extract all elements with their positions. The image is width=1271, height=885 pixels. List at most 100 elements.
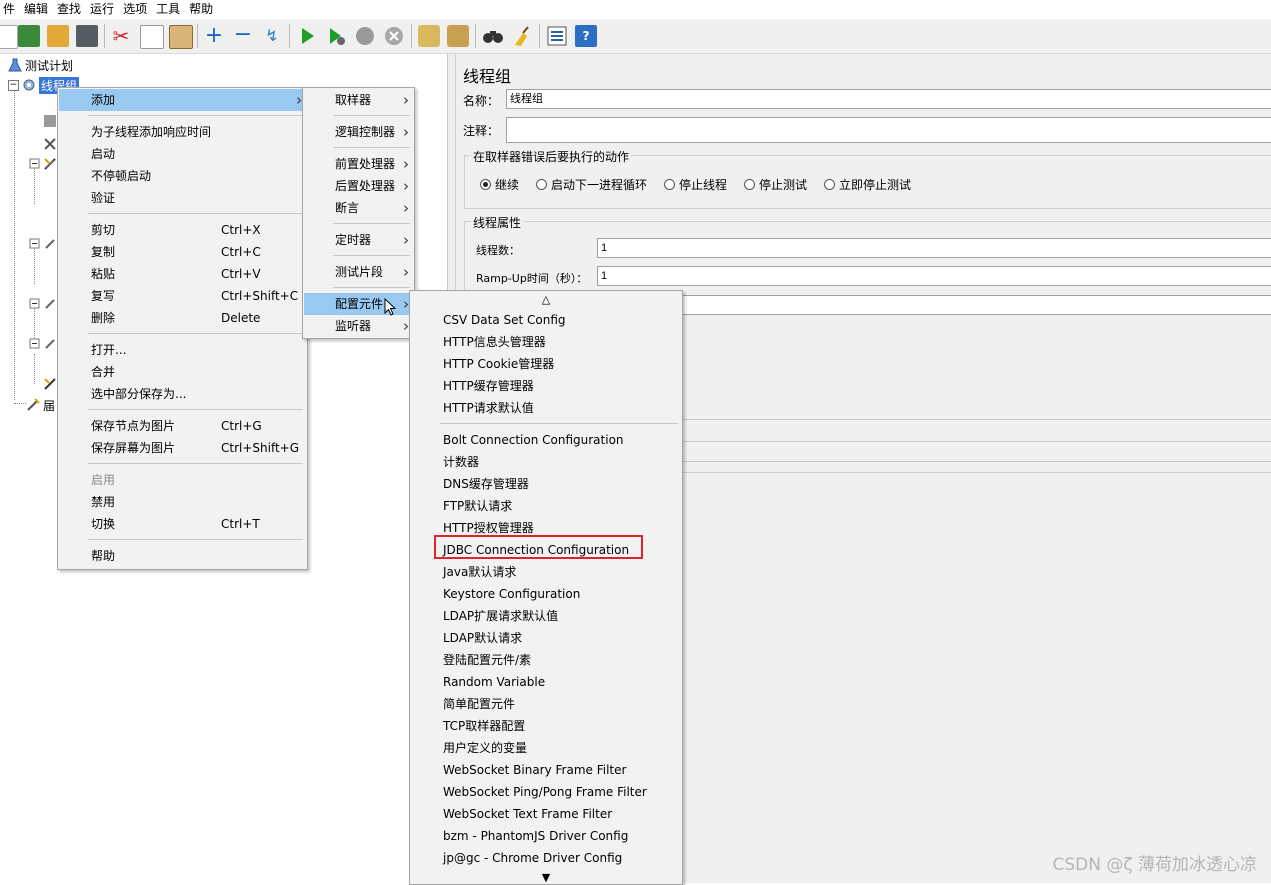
menu-4[interactable]: 选项 <box>120 0 150 19</box>
cut-icon[interactable]: ✂ <box>110 25 132 47</box>
add-submenu-item[interactable]: 前置处理器 › <box>304 153 413 175</box>
clear-all-icon[interactable] <box>447 25 469 47</box>
function-helper-icon[interactable] <box>546 25 568 47</box>
add-submenu-item[interactable]: 取样器 › <box>304 89 413 111</box>
collapse-icon[interactable]: − <box>232 24 254 47</box>
context-menu-item[interactable]: 复制 Ctrl+C <box>59 241 306 263</box>
collapse-toggle-icon[interactable] <box>29 298 41 310</box>
config-submenu-item[interactable]: HTTP请求默认值 <box>411 397 681 419</box>
scroll-down-arrow[interactable]: ▼ <box>410 871 682 884</box>
context-menu-item[interactable]: 选中部分保存为... <box>59 383 306 405</box>
context-menu-item[interactable]: 禁用 <box>59 491 306 513</box>
menu-5[interactable]: 工具 <box>153 0 183 19</box>
config-submenu-item[interactable]: FTP默认请求 <box>411 495 681 517</box>
config-submenu-item[interactable]: Random Variable <box>411 671 681 693</box>
config-submenu-item[interactable]: DNS缓存管理器 <box>411 473 681 495</box>
context-menu-item[interactable]: 合并 <box>59 361 306 383</box>
clear-icon[interactable] <box>418 25 440 47</box>
config-submenu-item[interactable]: 简单配置元件 <box>411 693 681 715</box>
config-submenu-item[interactable]: jp@gc - Chrome Driver Config <box>411 847 681 869</box>
templates-icon[interactable] <box>18 25 40 47</box>
context-menu-item[interactable]: 删除 Delete <box>59 307 306 329</box>
search-icon[interactable] <box>482 25 504 47</box>
stop-icon[interactable] <box>354 25 376 47</box>
start-no-pause-icon[interactable] <box>325 25 347 47</box>
chevron-right-icon: › <box>403 177 409 195</box>
add-submenu-item[interactable]: 断言 › <box>304 197 413 219</box>
context-menu-item[interactable]: 添加 › <box>59 89 306 111</box>
context-menu-item[interactable]: 剪切 Ctrl+X <box>59 219 306 241</box>
chevron-right-icon: › <box>403 123 409 141</box>
scroll-up-arrow[interactable]: △ <box>410 293 682 306</box>
config-submenu-item[interactable]: HTTP缓存管理器 <box>411 375 681 397</box>
collapse-toggle-icon[interactable]: − <box>8 79 19 91</box>
config-submenu-item[interactable]: 登陆配置元件/素 <box>411 649 681 671</box>
open-icon[interactable] <box>47 25 69 47</box>
config-submenu-item[interactable]: Bolt Connection Configuration <box>411 429 681 451</box>
expand-icon[interactable]: + <box>203 25 225 47</box>
shutdown-icon[interactable] <box>383 25 405 47</box>
tree-item-partial[interactable]: 届 <box>26 396 55 414</box>
menu-6[interactable]: 帮助 <box>186 0 216 19</box>
help-icon[interactable]: ? <box>575 25 597 47</box>
context-menu-item[interactable]: 为子线程添加响应时间 <box>59 121 306 143</box>
collapse-toggle-icon[interactable] <box>29 158 41 170</box>
config-submenu-item[interactable]: WebSocket Text Frame Filter <box>411 803 681 825</box>
add-submenu-item[interactable]: 测试片段 › <box>304 261 413 283</box>
config-submenu-item[interactable]: LDAP默认请求 <box>411 627 681 649</box>
toggle-icon[interactable]: ↯ <box>261 25 283 47</box>
collapse-toggle-icon[interactable] <box>29 238 41 250</box>
reset-search-icon[interactable] <box>511 25 533 47</box>
menu-3[interactable]: 运行 <box>87 0 117 19</box>
new-icon[interactable] <box>0 25 18 49</box>
save-icon[interactable] <box>76 25 98 47</box>
config-submenu-item[interactable]: TCP取样器配置 <box>411 715 681 737</box>
radio-continue[interactable]: 继续 <box>480 176 519 193</box>
add-submenu-item[interactable]: 监听器 › <box>304 315 413 337</box>
tree-item-test-plan[interactable]: 测试计划 <box>8 56 73 74</box>
config-submenu-item[interactable]: Java默认请求 <box>411 561 681 583</box>
config-submenu-item[interactable]: WebSocket Ping/Pong Frame Filter <box>411 781 681 803</box>
config-submenu-item[interactable]: 计数器 <box>411 451 681 473</box>
radio-stop-thread[interactable]: 停止线程 <box>664 176 727 193</box>
context-menu-item[interactable]: 打开... <box>59 339 306 361</box>
context-menu-item[interactable]: 保存屏幕为图片 Ctrl+Shift+G <box>59 437 306 459</box>
config-submenu-item[interactable]: WebSocket Binary Frame Filter <box>411 759 681 781</box>
context-menu-item[interactable]: 验证 <box>59 187 306 209</box>
context-menu-item[interactable]: 帮助 <box>59 545 306 567</box>
menu-1[interactable]: 编辑 <box>21 0 51 19</box>
menu-2[interactable]: 查找 <box>54 0 84 19</box>
add-submenu-item[interactable]: 逻辑控制器 › <box>304 121 413 143</box>
context-menu-item[interactable]: 启动 <box>59 143 306 165</box>
radio-stop-test-now[interactable]: 立即停止测试 <box>824 176 911 193</box>
menu-separator <box>88 333 303 334</box>
radio-start-next-loop[interactable]: 启动下一进程循环 <box>536 176 647 193</box>
context-menu-item[interactable]: 粘贴 Ctrl+V <box>59 263 306 285</box>
context-menu-item[interactable]: 复写 Ctrl+Shift+C <box>59 285 306 307</box>
rampup-input[interactable] <box>597 266 1271 286</box>
config-submenu-item[interactable]: Keystore Configuration <box>411 583 681 605</box>
add-submenu-item[interactable]: 定时器 › <box>304 229 413 251</box>
start-icon[interactable] <box>296 25 318 47</box>
paste-icon[interactable] <box>169 25 193 49</box>
config-submenu-item[interactable]: CSV Data Set Config <box>411 309 681 331</box>
config-submenu-item[interactable]: HTTP Cookie管理器 <box>411 353 681 375</box>
copy-icon[interactable] <box>140 25 164 49</box>
config-submenu-item[interactable]: HTTP信息头管理器 <box>411 331 681 353</box>
context-menu-item[interactable]: 不停顿启动 <box>59 165 306 187</box>
menu-separator <box>88 463 303 464</box>
name-input[interactable] <box>506 89 1271 109</box>
context-menu-item[interactable]: 启用 <box>59 469 306 491</box>
threads-input[interactable] <box>597 238 1271 258</box>
menu-0[interactable]: 件 <box>0 0 18 19</box>
add-submenu-item[interactable]: 后置处理器 › <box>304 175 413 197</box>
config-submenu-item[interactable]: 用户定义的变量 <box>411 737 681 759</box>
context-menu-item[interactable]: 切换 Ctrl+T <box>59 513 306 535</box>
context-menu-item[interactable]: 保存节点为图片 Ctrl+G <box>59 415 306 437</box>
loop-count-input[interactable] <box>597 295 1271 315</box>
collapse-toggle-icon[interactable] <box>29 338 41 350</box>
comment-input[interactable] <box>506 117 1271 143</box>
radio-stop-test[interactable]: 停止测试 <box>744 176 807 193</box>
config-submenu-item[interactable]: bzm - PhantomJS Driver Config <box>411 825 681 847</box>
config-submenu-item[interactable]: LDAP扩展请求默认值 <box>411 605 681 627</box>
